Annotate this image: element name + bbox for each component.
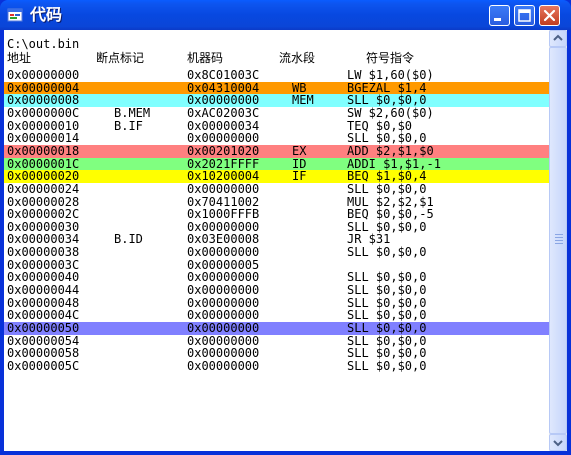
table-row[interactable]: 0x00000048 0x00000000 SLL $0,$0,0: [4, 296, 549, 310]
column-header-address: 地址: [7, 51, 32, 65]
code-listing[interactable]: C:\out.bin 地址 断点标记 机器码 流水段 符号指令 0x000000…: [4, 30, 549, 451]
scroll-down-arrow-icon: [553, 440, 563, 447]
close-icon: [543, 9, 556, 22]
machine-code-cell: 0x00201020: [187, 143, 260, 158]
table-row[interactable]: 0x0000004C 0x00000000 SLL $0,$0,0: [4, 309, 549, 322]
code-listing-panel: C:\out.bin 地址 断点标记 机器码 流水段 符号指令 0x000000…: [4, 30, 567, 451]
thumb-grip: [555, 243, 563, 244]
table-row[interactable]: 0x0000002C 0x1000FFFB BEQ $0,$0,-5: [4, 208, 549, 221]
table-row[interactable]: 0x00000038 0x00000000 SLL $0,$0,0: [4, 246, 549, 259]
table-row[interactable]: 0x00000014 0x00000000 SLL $0,$0,0: [4, 132, 549, 145]
instruction-cell: ADD $2,$1,$0: [347, 143, 434, 158]
scroll-up-arrow-icon: [553, 34, 563, 41]
scroll-up-button[interactable]: [549, 30, 567, 47]
breakpoint-cell: B.IF: [114, 118, 143, 133]
breakpoint-cell: B.ID: [114, 232, 143, 247]
table-row[interactable]: 0x00000008 0x00000000 MEM SLL $0,$0,0: [4, 93, 549, 108]
pipeline-stage-cell: EX: [292, 143, 307, 158]
app-window-icon: [7, 8, 23, 22]
instruction-cell: SLL $0,$0,0: [347, 181, 427, 196]
table-row[interactable]: 0x00000018 0x00201020 EX ADD $2,$1,$0: [4, 143, 549, 158]
table-row[interactable]: 0x0000005C 0x00000000 SLL $0,$0,0: [4, 358, 549, 373]
table-row[interactable]: 0x00000050 0x00000000 SLL $0,$0,0: [4, 322, 549, 335]
table-row[interactable]: 0x00000024 0x00000000 SLL $0,$0,0: [4, 181, 549, 196]
title-bar[interactable]: 代码: [0, 0, 571, 30]
table-row[interactable]: 0x00000004 0x04310004 WB BGEZAL $1,4: [4, 81, 549, 95]
address-cell: 0x00000024: [7, 181, 80, 196]
close-button[interactable]: [539, 5, 560, 26]
table-row[interactable]: 0x00000020 0x10200004 IF BEQ $1,$0,4: [4, 169, 549, 184]
machine-code-cell: 0x00000000: [187, 181, 260, 196]
table-row[interactable]: 0x00000040 0x00000000 SLL $0,$0,0: [4, 271, 549, 284]
table-row[interactable]: 0x0000001C 0x2021FFFF ID ADDI $1,$1,-1: [4, 157, 549, 171]
instruction-cell: SLL $0,$0,0: [347, 245, 427, 260]
table-row[interactable]: 0x00000044 0x00000000 SLL $0,$0,0: [4, 284, 549, 297]
machine-code-cell: 0xAC02003C: [187, 105, 260, 120]
table-row[interactable]: 0x00000030 0x00000000 SLL $0,$0,0: [4, 220, 549, 234]
table-row[interactable]: 0x0000000C B.MEM 0xAC02003C SW $2,60($0): [4, 105, 549, 120]
instruction-cell: SLL $0,$0,0: [347, 358, 427, 373]
scrollbar-thumb[interactable]: [549, 47, 567, 434]
column-header-instruction: 符号指令: [366, 51, 415, 65]
scroll-down-button[interactable]: [549, 434, 567, 451]
column-header-pipeline: 流水段: [279, 51, 316, 65]
column-header-breakpoint: 断点标记: [96, 51, 145, 65]
maximize-button[interactable]: [514, 5, 535, 26]
thumb-grip: [555, 237, 563, 238]
table-row[interactable]: 0x00000034 B.ID 0x03E00008 JR $31: [4, 233, 549, 246]
window-title: 代码: [30, 5, 63, 24]
thumb-grip: [555, 234, 563, 235]
table-row[interactable]: 0x00000054 0x00000000 SLL $0,$0,0: [4, 334, 549, 348]
column-header-machine-code: 机器码: [187, 51, 224, 65]
minimize-button[interactable]: [489, 5, 510, 26]
address-cell: 0x00000018: [7, 143, 80, 158]
table-row[interactable]: 0x00000058 0x00000000 SLL $0,$0,0: [4, 347, 549, 360]
machine-code-cell: 0x00000000: [187, 358, 260, 373]
address-cell: 0x0000005C: [7, 358, 80, 373]
table-row[interactable]: 0x00000000 0x8C01003C LW $1,60($0): [4, 69, 549, 82]
vertical-scrollbar[interactable]: [549, 30, 567, 451]
table-row[interactable]: 0x0000003C 0x00000005: [4, 258, 549, 272]
pipeline-stage-cell: IF: [292, 169, 307, 184]
breakpoint-cell: B.MEM: [114, 105, 151, 120]
thumb-grip: [555, 240, 563, 241]
table-row[interactable]: 0x00000028 0x70411002 MUL $2,$2,$1: [4, 195, 549, 209]
minimize-icon: [494, 18, 501, 21]
table-row[interactable]: 0x00000010 B.IF 0x00000034 TEQ $0,$0: [4, 118, 549, 133]
maximize-icon: [518, 9, 531, 22]
code-window: 代码 C:\out.bin 地址 断点标记 机器码 流水段 符号指令 0x000…: [0, 0, 571, 455]
file-path-label: C:\out.bin: [7, 37, 80, 51]
address-cell: 0x0000000C: [7, 105, 80, 120]
pipeline-stage-cell: MEM: [292, 93, 314, 108]
instruction-cell: SW $2,60($0): [347, 105, 434, 120]
